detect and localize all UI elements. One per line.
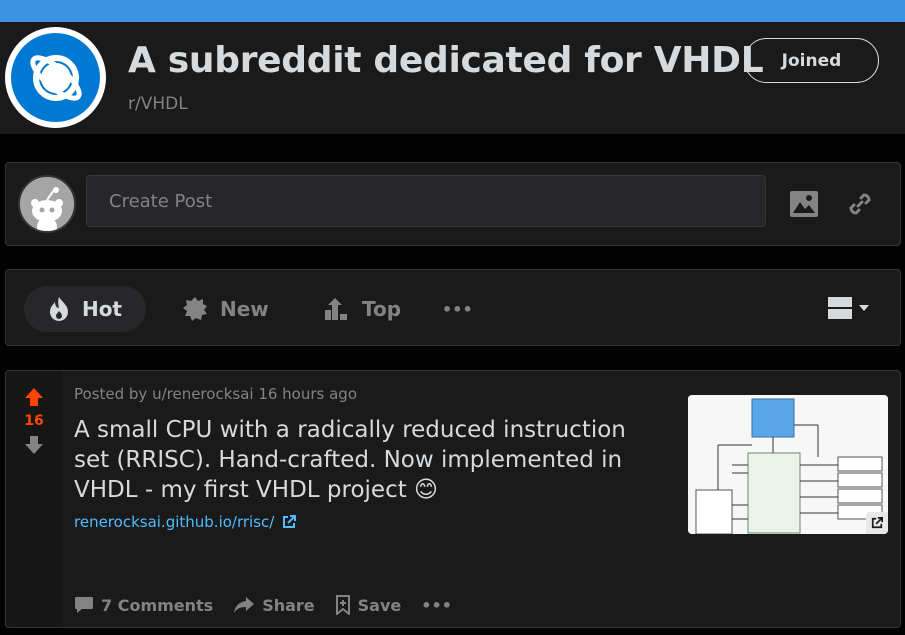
comments-button[interactable]: 7 Comments — [74, 596, 213, 615]
downvote-icon[interactable] — [24, 435, 44, 455]
post-title[interactable]: A small CPU with a radically reduced ins… — [74, 415, 659, 505]
sort-hot-label: Hot — [81, 297, 122, 321]
share-button[interactable]: Share — [233, 595, 315, 615]
sort-new-label: New — [220, 297, 269, 321]
more-icon: ••• — [442, 299, 473, 319]
link-post-button[interactable] — [840, 184, 880, 224]
subreddit-title: A subreddit dedicated for VHDL — [128, 40, 764, 81]
burst-icon — [183, 297, 207, 321]
post-more-button[interactable]: ••• — [421, 596, 452, 615]
sort-more-button[interactable]: ••• — [442, 286, 473, 332]
joined-button[interactable]: Joined — [744, 38, 879, 83]
sort-new-button[interactable]: New — [182, 286, 269, 332]
create-post-card — [5, 162, 901, 246]
vote-count: 16 — [24, 413, 44, 429]
cpu-diagram-thumbnail — [688, 395, 888, 534]
sort-top-button[interactable]: Top — [324, 286, 401, 332]
subreddit-avatar — [5, 27, 106, 128]
subreddit-header: A subreddit dedicated for VHDL r/VHDL Jo… — [0, 22, 905, 134]
bookmark-icon — [335, 595, 350, 615]
upvote-icon[interactable] — [24, 387, 44, 407]
post-link[interactable]: renerocksai.github.io/rrisc/ — [74, 513, 297, 531]
create-post-input[interactable] — [86, 175, 766, 227]
sort-top-label: Top — [362, 297, 402, 321]
image-upload-button[interactable] — [784, 184, 824, 224]
link-icon — [849, 193, 871, 215]
sort-bar: Hot New Top ••• — [5, 269, 901, 346]
post-card[interactable]: 16 Posted by u/renerocksai 16 hours ago … — [5, 370, 901, 628]
share-icon — [234, 597, 255, 613]
more-icon: ••• — [421, 595, 452, 615]
avatar[interactable] — [18, 175, 76, 233]
snoo-icon — [20, 177, 74, 231]
image-icon — [790, 191, 818, 217]
share-label: Share — [262, 595, 315, 615]
subreddit-name[interactable]: r/VHDL — [128, 94, 188, 114]
subreddit-banner — [0, 0, 905, 22]
comments-label: 7 Comments — [101, 595, 214, 615]
caret-down-icon — [859, 305, 869, 311]
post-thumbnail[interactable] — [688, 395, 888, 534]
flame-icon — [49, 297, 68, 321]
comment-icon — [75, 597, 93, 613]
external-link-icon — [283, 515, 297, 528]
thumbnail-external-icon — [866, 512, 888, 534]
post-actions: 7 Comments Share Save ••• — [74, 595, 452, 615]
top-icon — [325, 298, 347, 320]
sort-hot-button[interactable]: Hot — [24, 286, 146, 332]
planet-icon — [29, 54, 82, 101]
save-button[interactable]: Save — [335, 595, 402, 615]
layout-switch-button[interactable] — [828, 296, 870, 320]
vote-column: 16 — [6, 371, 62, 627]
post-meta: Posted by u/renerocksai 16 hours ago — [74, 385, 358, 403]
card-layout-icon — [828, 297, 852, 319]
post-link-text[interactable]: renerocksai.github.io/rrisc/ — [74, 513, 274, 531]
save-label: Save — [357, 595, 402, 615]
